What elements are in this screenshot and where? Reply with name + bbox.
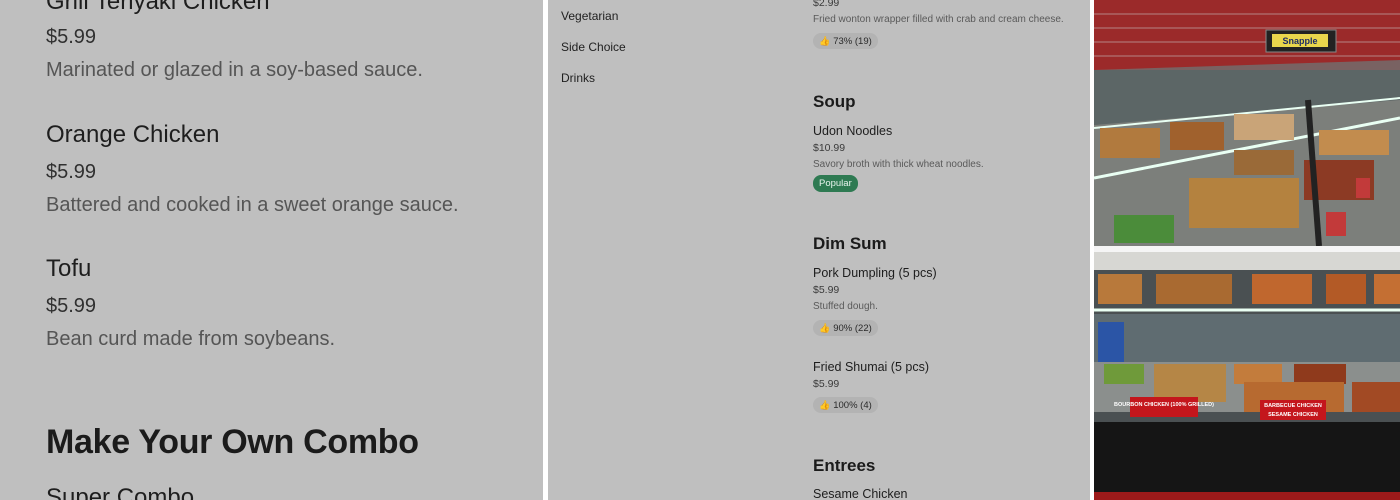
zoomed-menu-panel: Grill Teriyaki Chicken $5.99 Marinated o… bbox=[0, 0, 543, 500]
rating-badge: 👍 100% (4) bbox=[813, 397, 878, 413]
item-description: Stuffed dough. bbox=[813, 301, 878, 312]
item-name[interactable]: Fried Shumai (5 pcs) bbox=[813, 360, 929, 374]
buffet-photo-image: Snapple bbox=[1094, 0, 1400, 246]
section-heading: Make Your Own Combo bbox=[46, 423, 419, 461]
item-name: Grill Teriyaki Chicken bbox=[46, 0, 270, 15]
menu-item[interactable]: Super Combo bbox=[46, 484, 194, 500]
rating-badge: 👍 73% (19) bbox=[813, 33, 878, 49]
item-price: $5.99 bbox=[813, 378, 840, 390]
category-link[interactable]: Drinks bbox=[561, 71, 595, 85]
thumbs-up-icon: 👍 bbox=[819, 35, 831, 46]
item-price: $5.99 bbox=[46, 161, 97, 183]
item-name: Orange Chicken bbox=[46, 121, 220, 148]
section-title: Soup bbox=[813, 92, 856, 111]
food-label: SESAME CHICKEN bbox=[1268, 412, 1318, 418]
menu-page-panel: Vegetarian Side Choice Drinks $2.99 Frie… bbox=[548, 0, 1090, 500]
buffet-photo-image: BOURBON CHICKEN (100% GRILLED) BARBECUE … bbox=[1094, 252, 1400, 500]
item-description: Fried wonton wrapper filled with crab an… bbox=[813, 14, 1064, 25]
section-title: Dim Sum bbox=[813, 234, 887, 253]
item-description: Marinated or glazed in a soy-based sauce… bbox=[46, 59, 423, 81]
menu-item[interactable]: Orange Chicken $5.99 Battered and cooked… bbox=[46, 121, 459, 217]
thumbs-up-icon: 👍 bbox=[819, 322, 831, 333]
snapple-sign: Snapple bbox=[1282, 36, 1317, 46]
item-name: Tofu bbox=[46, 255, 92, 282]
item-description: Battered and cooked in a sweet orange sa… bbox=[46, 194, 459, 216]
section-title: Entrees bbox=[813, 456, 876, 475]
item-name[interactable]: Pork Dumpling (5 pcs) bbox=[813, 266, 937, 280]
thumbs-up-icon: 👍 bbox=[819, 399, 831, 410]
item-description: Bean curd made from soybeans. bbox=[46, 328, 336, 350]
item-name[interactable]: Udon Noodles bbox=[813, 124, 892, 138]
food-label: BARBECUE CHICKEN bbox=[1264, 403, 1322, 409]
menu-item[interactable]: Grill Teriyaki Chicken $5.99 Marinated o… bbox=[46, 0, 423, 82]
photo-panel: Snapple BOURBON CHICKEN (100% GRILLED) B… bbox=[1094, 0, 1400, 500]
popular-badge: Popular bbox=[813, 175, 858, 192]
item-price: $5.99 bbox=[46, 26, 97, 48]
category-link[interactable]: Vegetarian bbox=[561, 9, 618, 23]
menu-item[interactable]: Tofu $5.99 Bean curd made from soybeans. bbox=[46, 255, 335, 351]
item-name[interactable]: Sesame Chicken bbox=[813, 487, 908, 500]
food-label: BOURBON CHICKEN (100% GRILLED) bbox=[1114, 402, 1214, 408]
rating-badge: 👍 90% (22) bbox=[813, 320, 878, 336]
item-price: $5.99 bbox=[813, 284, 840, 296]
buffet-photo[interactable]: Snapple bbox=[1094, 0, 1400, 246]
item-price: $5.99 bbox=[46, 295, 97, 317]
item-description: Savory broth with thick wheat noodles. bbox=[813, 159, 984, 170]
item-price: $10.99 bbox=[813, 142, 846, 154]
buffet-photo[interactable]: BOURBON CHICKEN (100% GRILLED) BARBECUE … bbox=[1094, 252, 1400, 500]
item-price: $2.99 bbox=[813, 0, 840, 9]
category-link[interactable]: Side Choice bbox=[561, 40, 626, 54]
